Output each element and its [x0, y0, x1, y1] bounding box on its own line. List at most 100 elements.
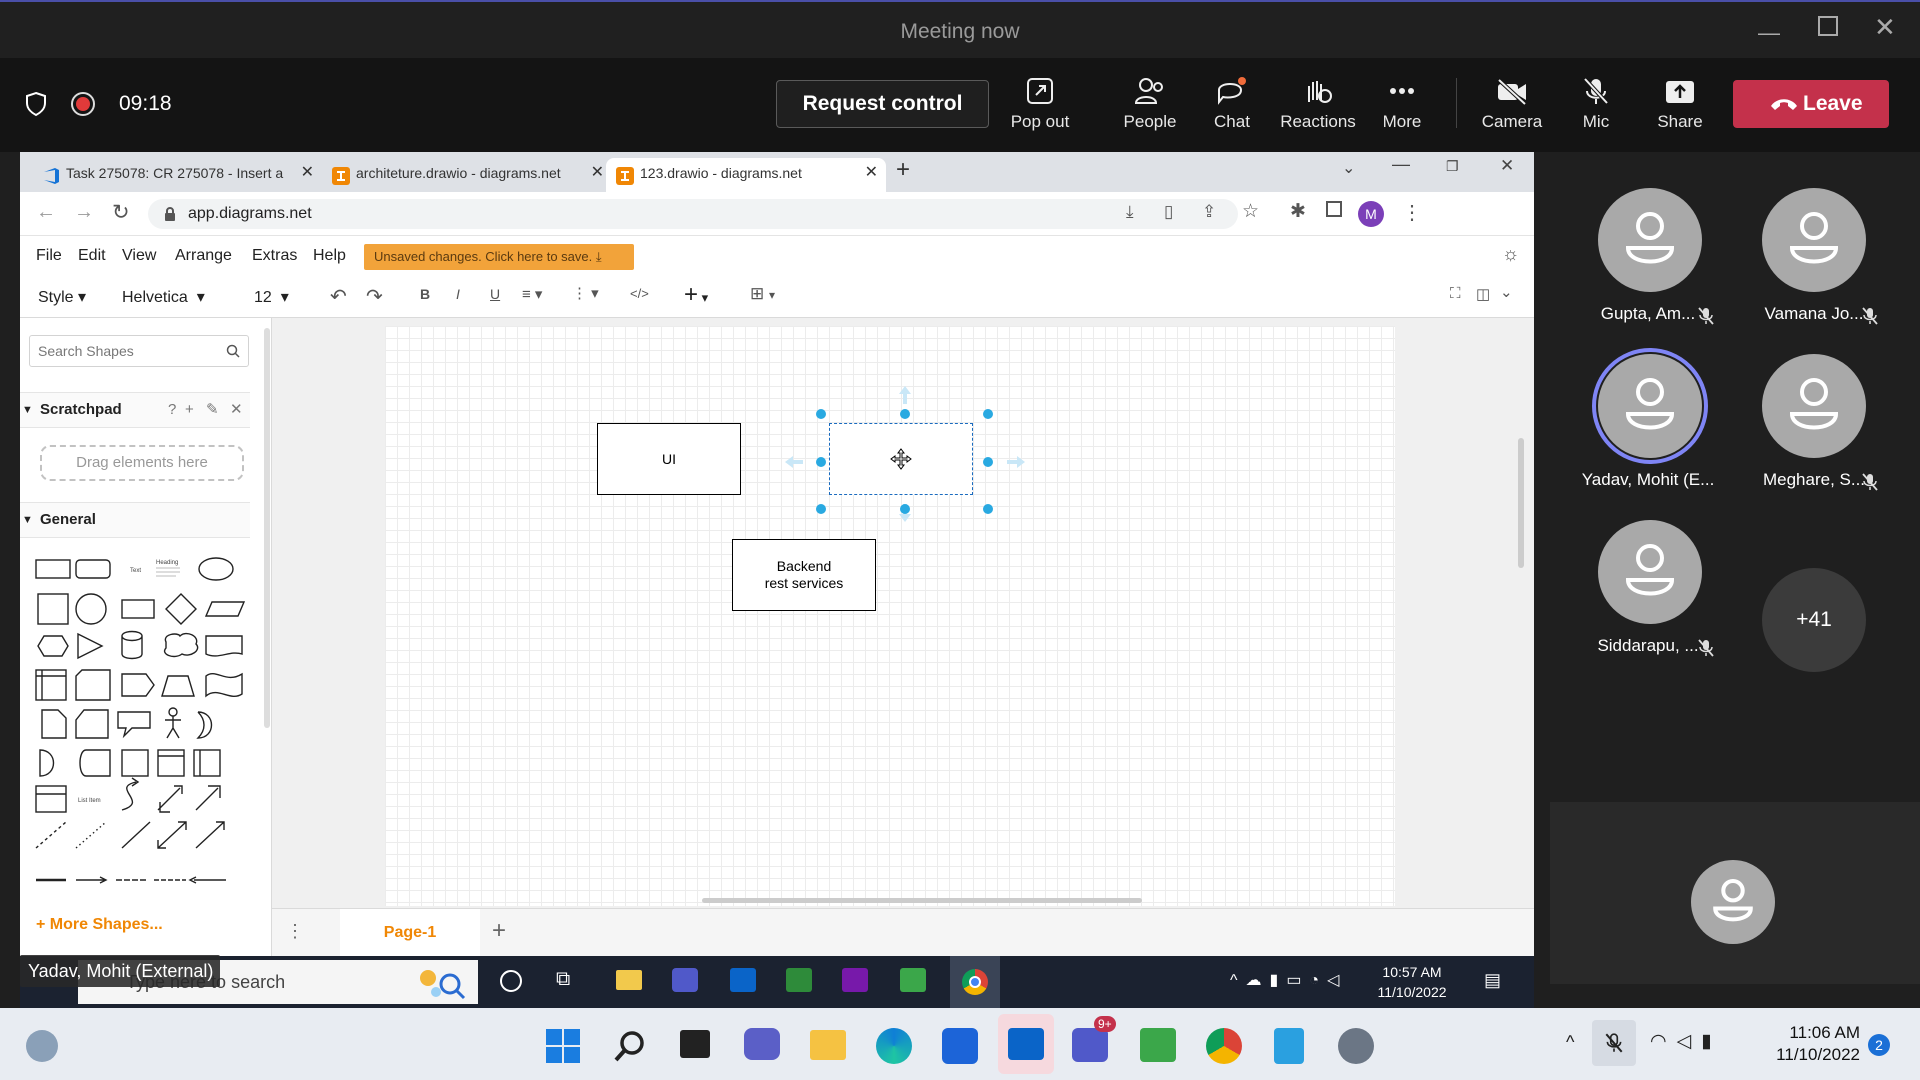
cortana-icon[interactable] [500, 970, 522, 992]
browser-tab-architecture[interactable]: architeture.drawio - diagrams.net ✕ [322, 158, 612, 192]
general-header[interactable]: ▼ General [20, 502, 250, 538]
url-field[interactable]: app.diagrams.net [148, 199, 1238, 229]
remote-tray-icons[interactable]: ^☁▮▭◔◁ [1230, 970, 1347, 990]
chrome-icon[interactable] [1206, 1028, 1242, 1064]
notepad-icon[interactable] [1274, 1028, 1304, 1064]
unsaved-changes-banner[interactable]: Unsaved changes. Click here to save. ⤓ [364, 244, 634, 270]
camera-button[interactable]: Camera [1468, 76, 1556, 146]
menu-arrange[interactable]: Arrange [175, 247, 232, 265]
excel-icon[interactable] [786, 968, 812, 992]
style-dropdown[interactable]: Style ▾ [38, 287, 86, 307]
close-tab-icon[interactable]: ✕ [591, 158, 604, 188]
outlook-taskbar-item[interactable] [998, 1014, 1054, 1074]
request-control-button[interactable]: Request control [776, 80, 989, 128]
menu-edit[interactable]: Edit [78, 247, 106, 265]
overflow-participants-button[interactable]: +41 [1762, 568, 1866, 672]
menu-file[interactable]: File [36, 247, 62, 265]
browser-minimize-button[interactable]: — [1392, 154, 1410, 175]
search-icon[interactable] [612, 1028, 648, 1064]
wifi-volume-battery-icons[interactable]: ◠◁▮ [1650, 1030, 1722, 1053]
participant-tile-speaking[interactable]: Yadav, Mohit (E... [1550, 286, 1716, 489]
close-tab-icon[interactable]: ✕ [301, 158, 314, 188]
collapse-icon[interactable]: ⌄ [1500, 283, 1513, 301]
store-icon[interactable] [942, 1028, 978, 1064]
remote-desktop-icon[interactable] [1140, 1028, 1176, 1062]
underline-icon[interactable]: U [490, 286, 500, 302]
onenote-icon[interactable] [842, 968, 868, 992]
settings-gear-icon[interactable] [1338, 1028, 1374, 1064]
browser-menu-icon[interactable]: ⋮ [1402, 200, 1422, 225]
font-dropdown[interactable]: Helvetica ▾ [122, 287, 205, 307]
bold-icon[interactable]: B [420, 286, 430, 302]
help-icon[interactable]: ? [168, 393, 176, 427]
ui-node[interactable]: UI [597, 423, 741, 495]
reload-icon[interactable]: ↻ [112, 200, 130, 225]
bookmark-star-icon[interactable]: ☆ [1242, 200, 1259, 223]
diagram-canvas-area[interactable]: UI Backend rest services [272, 318, 1534, 908]
install-app-icon[interactable]: ⤓ [1126, 202, 1134, 222]
more-shapes-button[interactable]: + More Shapes... [36, 916, 163, 934]
sidebar-icon[interactable] [1326, 201, 1342, 217]
format-panel-icon[interactable]: ◫ [1476, 285, 1490, 303]
notification-count-badge[interactable]: 2 [1868, 1034, 1890, 1056]
participant-tile[interactable]: Meghare, S... [1716, 286, 1882, 491]
backend-node[interactable]: Backend rest services [732, 539, 876, 611]
outlook-icon[interactable] [730, 968, 756, 992]
diagram-page[interactable]: UI Backend rest services [385, 326, 1395, 906]
menu-view[interactable]: View [122, 247, 156, 265]
participant-tile[interactable]: Gupta, Am... [1550, 120, 1716, 325]
menu-extras[interactable]: Extras [252, 247, 297, 265]
fullscreen-icon[interactable]: ⛶ [1450, 285, 1461, 302]
self-view-tile[interactable] [1550, 802, 1920, 984]
general-shapes-palette[interactable]: Text Heading List Item [30, 550, 246, 890]
start-icon[interactable] [545, 1028, 581, 1064]
edit-pencil-icon[interactable]: ✎ [206, 393, 219, 427]
profile-avatar[interactable]: M [1358, 201, 1384, 227]
teams-icon[interactable]: 9+ [1072, 1016, 1116, 1062]
insert-plus-icon[interactable]: + ▾ [684, 281, 708, 309]
browser-restore-button[interactable]: ❐ [1446, 158, 1459, 175]
reactions-button[interactable]: Reactions [1274, 76, 1362, 146]
browser-tab-task[interactable]: Task 275078: CR 275078 - Insert a ✕ [32, 158, 322, 192]
remote-clock[interactable]: 10:57 AM 11/10/2022 [1372, 962, 1452, 1002]
remote-desktop-icon[interactable] [900, 968, 926, 992]
show-hidden-icons-chevron[interactable]: ^ [1566, 1032, 1574, 1053]
people-button[interactable]: People [1106, 76, 1194, 146]
redo-icon[interactable]: ↷ [366, 284, 383, 309]
share-page-icon[interactable]: ⇪ [1202, 202, 1216, 222]
table-icon[interactable]: ⊞ ▾ [750, 284, 775, 304]
extensions-icon[interactable]: ✱ [1290, 200, 1306, 223]
align-icon[interactable]: ≡ ▾ [522, 285, 542, 303]
task-view-icon[interactable]: ⧉ [556, 968, 570, 991]
close-button[interactable]: ✕ [1874, 12, 1896, 43]
format-more-icon[interactable]: ⋮ ▾ [572, 284, 599, 302]
search-shapes-input[interactable]: Search Shapes [29, 335, 249, 367]
sidebar-scrollbar[interactable] [264, 328, 270, 728]
new-tab-button[interactable]: + [896, 156, 910, 184]
local-clock[interactable]: 11:06 AM 11/10/2022 [1760, 1022, 1860, 1066]
add-icon[interactable]: + [185, 393, 194, 427]
close-icon[interactable]: ✕ [230, 393, 243, 427]
minimize-button[interactable]: — [1758, 20, 1780, 46]
page-icon[interactable]: ▯ [1164, 202, 1173, 222]
chat-button[interactable]: Chat [1188, 76, 1276, 146]
chrome-taskbar-item[interactable] [950, 956, 1000, 1008]
more-button[interactable]: More [1358, 76, 1446, 146]
selection-handles[interactable] [785, 386, 1025, 536]
add-page-icon[interactable]: + [492, 917, 506, 945]
edge-icon[interactable] [876, 1028, 912, 1064]
html-code-icon[interactable]: </> [630, 286, 649, 301]
participant-tile[interactable]: Vamana Jo... [1716, 120, 1882, 325]
task-view-icon[interactable] [680, 1030, 710, 1058]
theme-sun-icon[interactable]: ☼ [1502, 244, 1519, 266]
back-icon[interactable]: ← [36, 201, 56, 224]
mic-muted-tray-button[interactable] [1592, 1020, 1636, 1066]
teams-chat-icon[interactable] [744, 1028, 780, 1060]
teams-icon[interactable] [672, 968, 698, 992]
font-size-dropdown[interactable]: 12 ▾ [254, 287, 289, 307]
participant-tile[interactable]: Siddarapu, ... [1550, 452, 1716, 657]
weather-widget-icon[interactable] [26, 1030, 58, 1062]
page-tab-page1[interactable]: Page-1 [340, 909, 480, 956]
undo-icon[interactable]: ↶ [330, 284, 347, 309]
menu-help[interactable]: Help [313, 247, 346, 265]
